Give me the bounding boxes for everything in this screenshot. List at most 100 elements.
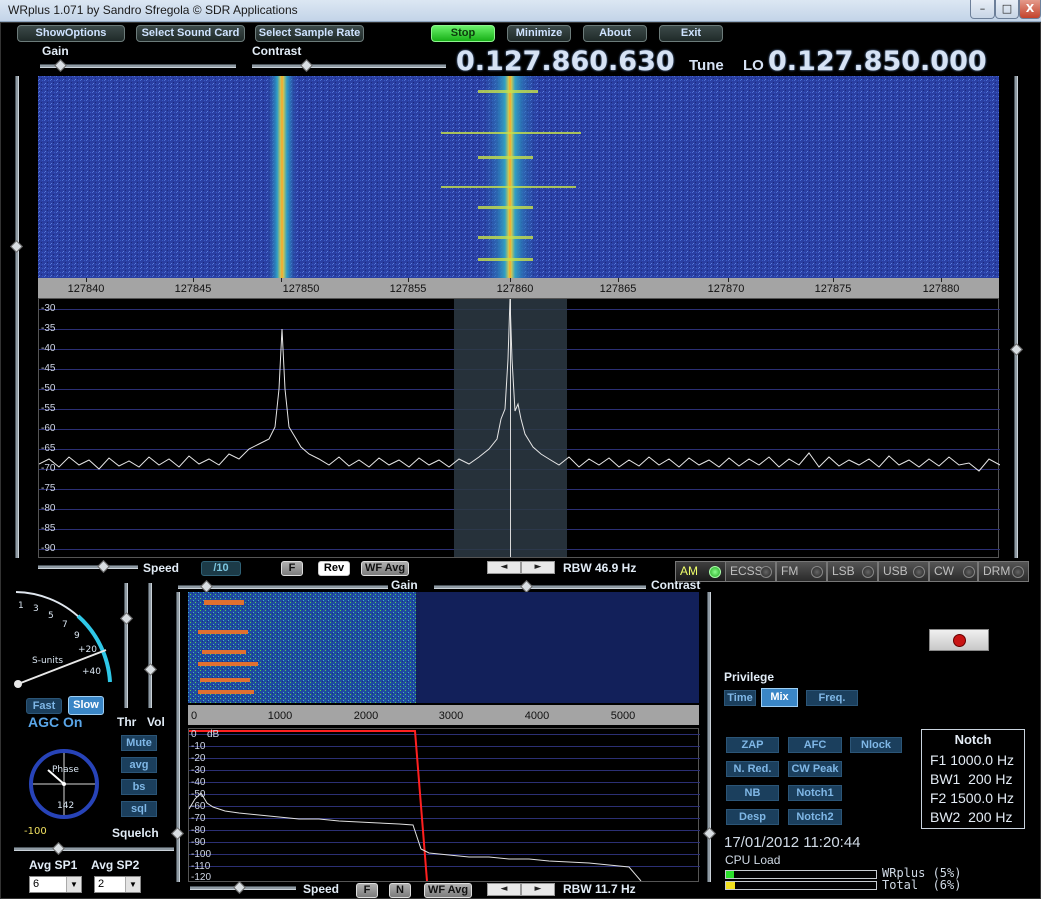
rev-button[interactable]: Rev (318, 561, 350, 576)
audio-scroll-left-button[interactable]: ◄ (487, 883, 521, 896)
total-load-label: Total (6%) (882, 878, 962, 892)
sql-button[interactable]: sql (121, 801, 157, 817)
audio-y-tick-label: -40 (191, 777, 206, 788)
audio-y-tick-label: 0 (191, 729, 197, 740)
y-tick-label: -35 (41, 323, 56, 334)
avg-sp2-select[interactable]: 2 ▼ (94, 876, 141, 893)
mode-ecss-button[interactable]: ECSS (725, 561, 776, 582)
desp-button[interactable]: Desp (726, 809, 779, 825)
scroll-right-button[interactable]: ► (521, 561, 555, 574)
audio-contrast-slider[interactable] (434, 585, 646, 589)
window-minimize-button[interactable]: – (970, 0, 995, 19)
audio-wf-avg-button[interactable]: WF Avg (424, 883, 472, 898)
waterfall-frequency-axis: 127840 127845 127850 127855 127860 12786… (38, 278, 999, 298)
window-close-button[interactable]: X (1019, 0, 1041, 19)
y-tick-label: -50 (41, 383, 56, 394)
contrast-slider[interactable] (252, 64, 446, 68)
mute-button[interactable]: Mute (121, 735, 157, 751)
y-tick-label: -45 (41, 363, 56, 374)
y-tick-label: -55 (41, 403, 56, 414)
y-tick-label: -60 (41, 423, 56, 434)
afc-button[interactable]: AFC (788, 737, 842, 753)
mode-fm-label: FM (781, 564, 799, 578)
audio-scroll-right-button[interactable]: ► (521, 883, 555, 896)
audio-y-tick-label: -30 (191, 765, 206, 776)
noise-blanker-button[interactable]: NB (726, 785, 779, 801)
noise-reduction-button[interactable]: N. Red. (726, 761, 779, 777)
privilege-freq-button[interactable]: Freq. (806, 690, 858, 706)
mode-led (862, 566, 874, 578)
smeter-scale-label: 9 (74, 631, 80, 641)
gain-label: Gain (42, 44, 69, 58)
stop-button[interactable]: Stop (431, 25, 495, 42)
nlock-button[interactable]: Nlock (850, 737, 902, 753)
agc-slow-button[interactable]: Slow (68, 696, 104, 715)
audio-spectrum-trace (189, 730, 642, 881)
window-maximize-button[interactable]: □ (995, 0, 1019, 19)
phase-min-value: -100 (24, 826, 47, 837)
gain-slider[interactable] (40, 64, 236, 68)
mode-lsb-button[interactable]: LSB (827, 561, 878, 582)
mode-drm-button[interactable]: DRM (978, 561, 1029, 582)
axis-tick-label: 127875 (814, 283, 852, 295)
lo-frequency-display[interactable]: 0.127.850.000 (768, 46, 987, 77)
audio-waterfall[interactable] (188, 592, 699, 703)
record-icon (953, 634, 966, 647)
privilege-time-button[interactable]: Time (724, 690, 756, 706)
mode-fm-button[interactable]: FM (776, 561, 827, 582)
axis-tick-label: 127865 (599, 283, 637, 295)
y-tick-label: -90 (41, 543, 56, 554)
avg-sp2-value: 2 (98, 878, 105, 890)
right-vertical-slider[interactable] (1014, 76, 1018, 558)
squelch-slider[interactable] (14, 847, 174, 851)
audio-axis-label: 2000 (353, 710, 379, 722)
main-spectrum[interactable]: -30 -35 -40 -45 -50 -55 -60 -65 -70 -75 … (38, 298, 1000, 558)
speed-divider-button[interactable]: /10 (201, 561, 241, 576)
mode-usb-button[interactable]: USB (878, 561, 929, 582)
select-sample-rate-button[interactable]: Select Sample Rate (255, 25, 364, 42)
mode-cw-button[interactable]: CW (929, 561, 978, 582)
main-waterfall[interactable] (38, 76, 999, 278)
smeter-scale-label: +40 (82, 667, 101, 677)
squelch-label: Squelch (112, 826, 159, 840)
wf-avg-button[interactable]: WF Avg (361, 561, 409, 576)
axis-tick (86, 278, 87, 282)
notch1-button[interactable]: Notch1 (788, 785, 842, 801)
audio-n-button[interactable]: N (389, 883, 411, 898)
tune-frequency-display[interactable]: 0.127.860.630 (456, 46, 675, 77)
f-button[interactable]: F (281, 561, 303, 576)
agc-fast-button[interactable]: Fast (26, 698, 62, 714)
select-sound-card-button[interactable]: Select Sound Card (136, 25, 245, 42)
audio-spectrum[interactable]: 0 dB -10 -20 -30 -40 -50 -60 -70 -80 -90… (188, 728, 700, 883)
scroll-left-button[interactable]: ◄ (487, 561, 521, 574)
audio-axis-label: 4000 (524, 710, 550, 722)
audio-y-tick-label: -90 (191, 837, 206, 848)
speed-slider[interactable] (38, 565, 138, 569)
lo-label: LO (743, 57, 764, 74)
chevron-down-icon: ▼ (66, 877, 81, 892)
left-vertical-slider[interactable] (15, 76, 19, 558)
bs-button[interactable]: bs (121, 779, 157, 795)
contrast-label: Contrast (252, 44, 302, 58)
audio-f-button[interactable]: F (356, 883, 378, 898)
about-button[interactable]: About (583, 25, 647, 42)
avg-button[interactable]: avg (121, 757, 157, 773)
notch2-button[interactable]: Notch2 (788, 809, 842, 825)
volume-slider[interactable] (148, 583, 152, 708)
privilege-mix-button[interactable]: Mix (761, 688, 798, 707)
zap-button[interactable]: ZAP (726, 737, 779, 753)
show-options-button[interactable]: ShowOptions (17, 25, 125, 42)
record-button[interactable] (929, 629, 989, 651)
exit-button[interactable]: Exit (659, 25, 723, 42)
cw-peak-button[interactable]: CW Peak (788, 761, 842, 777)
mode-led (760, 566, 772, 578)
minimize-button[interactable]: Minimize (507, 25, 571, 42)
total-load-bar (725, 881, 877, 890)
threshold-slider[interactable] (124, 583, 128, 708)
axis-tick (408, 278, 409, 282)
smeter-scale-label: 5 (48, 611, 54, 621)
axis-tick-label: 127855 (389, 283, 427, 295)
avg-sp1-select[interactable]: 6 ▼ (29, 876, 82, 893)
s-meter (14, 591, 112, 688)
notch-bw1: BW1 200 Hz (930, 771, 1013, 787)
